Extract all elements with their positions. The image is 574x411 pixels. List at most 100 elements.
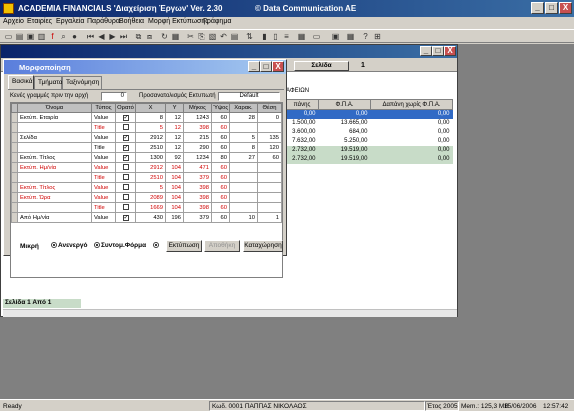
grid-cell-h[interactable]: 60 [211, 212, 230, 223]
tab-basic[interactable]: Βασικά [8, 75, 34, 89]
grid-cell-pos[interactable] [257, 172, 282, 183]
grid-cell-name[interactable] [17, 142, 92, 153]
grid-cell-name[interactable]: Εκτύπ. Εταιρία [17, 112, 92, 123]
grid-cell-y[interactable]: 104 [165, 182, 184, 193]
grid-col-header[interactable]: X [135, 103, 166, 113]
stop-icon[interactable]: ● [70, 32, 79, 41]
tab-sorting[interactable]: Ταξινόμηση [62, 76, 102, 89]
checkbox-icon[interactable]: ✓ [122, 154, 129, 161]
grid-cell-name[interactable] [17, 122, 92, 133]
grid-cell-y[interactable]: 12 [165, 142, 184, 153]
grid-cell-y[interactable]: 196 [165, 212, 184, 223]
table-row[interactable]: Εκτύπ. Εταιρία Value ✓ 8 12 1243 60 28 0 [11, 112, 282, 123]
prev-icon[interactable]: ◀ [97, 32, 106, 41]
grid-cell-len[interactable]: 379 [183, 172, 212, 183]
search-icon[interactable]: ⌕ [59, 32, 68, 41]
grid-cell-chars[interactable] [229, 172, 258, 183]
formula-icon[interactable]: f [48, 32, 57, 41]
grid-cell-type[interactable]: Value [91, 132, 116, 143]
grid-cell-pos[interactable]: 0 [257, 112, 282, 123]
grid-cell-len[interactable]: 471 [183, 162, 212, 173]
minimize-button[interactable]: _ [531, 2, 544, 14]
visible-checkbox-cell[interactable] [115, 162, 136, 173]
checkbox-icon[interactable] [122, 183, 129, 190]
grid-cell-y[interactable]: 104 [165, 162, 184, 173]
tiles-icon[interactable]: ▦ [346, 32, 355, 41]
report-maximize-button[interactable]: □ [432, 46, 444, 56]
submit-button[interactable]: Καταχώρηση [243, 240, 283, 252]
sort-icon[interactable]: ⇅ [245, 32, 254, 41]
grid-cell-y[interactable]: 104 [165, 202, 184, 213]
grid-cell-pos[interactable] [257, 122, 282, 133]
inactive-radio[interactable]: Ανενεργό [51, 242, 87, 249]
grid-cell-y[interactable]: 92 [165, 152, 184, 163]
preview-icon[interactable]: ▥ [37, 32, 46, 41]
grid-cell-h[interactable]: 60 [211, 122, 230, 133]
undo-icon[interactable]: ↶ [219, 32, 228, 41]
grid-cell-len[interactable]: 1234 [183, 152, 212, 163]
list-icon[interactable]: ≡ [282, 32, 291, 41]
grid-cell-h[interactable]: 60 [211, 162, 230, 173]
maximize-button[interactable]: □ [545, 2, 558, 14]
grid-cell-y[interactable]: 12 [165, 132, 184, 143]
menu-companies[interactable]: Εταιρίες [27, 18, 52, 25]
checkbox-icon[interactable]: ✓ [122, 114, 129, 121]
grid-cell-h[interactable]: 60 [211, 182, 230, 193]
menu-windows[interactable]: Παράθυρα [87, 18, 120, 25]
grid-cell-name[interactable]: Από Ημ/νία [17, 212, 92, 223]
layout-icon[interactable]: ▭ [312, 32, 321, 41]
grid-cell-x[interactable]: 8 [135, 112, 166, 123]
tab-sections[interactable]: Τμήματα [34, 76, 63, 89]
visible-checkbox-cell[interactable] [115, 182, 136, 193]
grid-icon[interactable]: ▦ [171, 32, 180, 41]
checkbox-icon[interactable] [122, 173, 129, 180]
chart-icon[interactable]: ▮ [260, 32, 269, 41]
grid-cell-type[interactable]: Value [91, 162, 116, 173]
grid-cell-chars[interactable] [229, 192, 258, 203]
grid-cell-h[interactable]: 60 [211, 142, 230, 153]
menu-file[interactable]: Αρχείο [3, 18, 24, 25]
refresh-icon[interactable]: ↻ [160, 32, 169, 41]
grid-cell-x[interactable]: 2510 [135, 142, 166, 153]
new-icon[interactable]: ▭ [4, 32, 13, 41]
grid-cell-y[interactable]: 12 [165, 122, 184, 133]
table-icon[interactable]: ▤ [230, 32, 239, 41]
report-close-button[interactable]: X [444, 46, 456, 56]
grid-cell-x[interactable]: 5 [135, 182, 166, 193]
table-row[interactable]: Title ✓ 2510 12 290 60 8 120 [11, 142, 282, 153]
table-row[interactable]: 0,00 0,00 0,00 [285, 109, 453, 119]
dialog-close-button[interactable]: X [272, 61, 284, 72]
visible-checkbox-cell[interactable]: ✓ [115, 112, 136, 123]
checkbox-icon[interactable] [122, 203, 129, 210]
grid-col-header[interactable]: Θέση [257, 103, 282, 113]
grid-cell-h[interactable]: 60 [211, 172, 230, 183]
print-button[interactable]: Εκτύπωση [166, 240, 202, 252]
table-row[interactable]: Εκτύπ. Τίτλος Value 5 104 398 60 [11, 182, 282, 193]
grid-cell-h[interactable]: 60 [211, 192, 230, 203]
empty-lines-field[interactable]: 0 [101, 92, 127, 101]
image-icon[interactable]: ▣ [331, 32, 340, 41]
checkbox-icon[interactable]: ✓ [122, 214, 129, 221]
grid-cell-name[interactable] [17, 172, 92, 183]
grid-cell-name[interactable]: Εκτύπ. Τίτλος [17, 152, 92, 163]
grid-cell-type[interactable]: Title [91, 202, 116, 213]
grid-cell-len[interactable]: 398 [183, 122, 212, 133]
grid-cell-len[interactable]: 398 [183, 192, 212, 203]
grid-cell-name[interactable]: Εκτύπ. Ώρα [17, 192, 92, 203]
table-row[interactable]: Title 5 12 398 60 [11, 122, 282, 133]
grid-cell-type[interactable]: Value [91, 212, 116, 223]
grid-cell-x[interactable]: 1300 [135, 152, 166, 163]
grid-col-header[interactable]: Ύψος [211, 103, 230, 113]
table-row[interactable]: 2.732,00 19.519,00 0,00 [285, 154, 453, 164]
grid-cell-name[interactable] [17, 202, 92, 213]
grid-col-header[interactable]: Τύπος [91, 103, 116, 113]
grid-col-header[interactable]: Ορατό [115, 103, 136, 113]
visible-checkbox-cell[interactable]: ✓ [115, 132, 136, 143]
close-button[interactable]: X [559, 2, 572, 14]
grid-cell-chars[interactable] [229, 202, 258, 213]
grid-cell-type[interactable]: Title [91, 122, 116, 133]
grid-cell-pos[interactable] [257, 202, 282, 213]
grid-cell-chars[interactable]: 8 [229, 142, 258, 153]
grid-cell-type[interactable]: Title [91, 172, 116, 183]
table-row[interactable]: Εκτύπ. Τίτλος Value ✓ 1300 92 1234 80 27 60 [11, 152, 282, 163]
